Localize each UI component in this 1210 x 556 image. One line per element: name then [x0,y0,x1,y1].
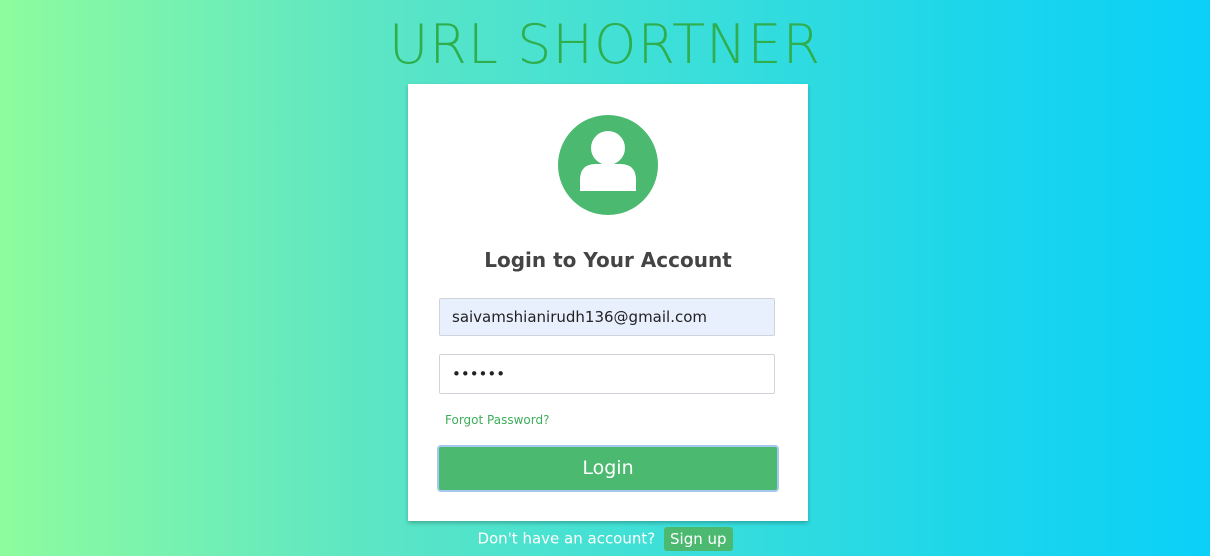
email-field-value: saivamshianirudh136@gmail.com [452,308,708,326]
app-title: URL SHORTNER [388,13,822,76]
user-icon [558,115,658,215]
password-field-value: •••••• [452,365,506,383]
login-button[interactable]: Login [437,445,779,492]
password-field[interactable]: •••••• [439,354,775,394]
signup-button[interactable]: Sign up [664,526,733,551]
login-heading: Login to Your Account [484,248,732,272]
email-field[interactable]: saivamshianirudh136@gmail.com [439,298,775,336]
signup-row: Don't have an account? Sign up [0,526,1210,551]
signup-prompt: Don't have an account? [477,529,656,548]
login-card: Login to Your Account saivamshianirudh13… [408,84,808,521]
forgot-password-link[interactable]: Forgot Password? [445,413,549,427]
